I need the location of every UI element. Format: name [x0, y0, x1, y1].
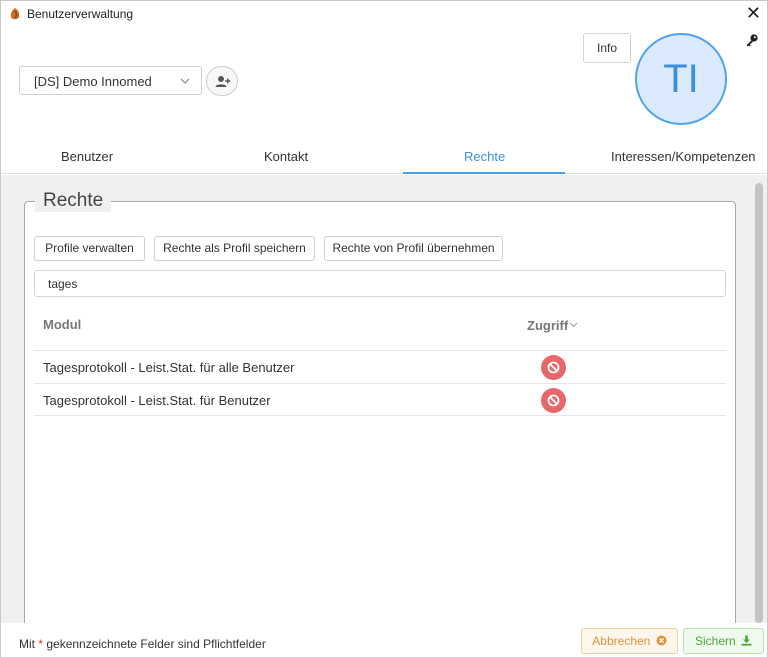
footer: Mit * gekennzeichnete Felder sind Pflich… [1, 623, 767, 657]
mandant-select[interactable]: [DS] Demo Innomed [19, 66, 202, 95]
rights-fieldset [24, 201, 736, 641]
key-icon[interactable] [745, 33, 759, 47]
cancel-button[interactable]: Abbrechen [581, 628, 678, 654]
chevron-down-icon [180, 78, 190, 84]
add-user-icon [215, 76, 231, 87]
mandant-select-value: [DS] Demo Innomed [34, 74, 152, 89]
tab-rechte[interactable]: Rechte [464, 149, 505, 164]
no-access-icon [547, 361, 560, 374]
user-management-window: Benutzerverwaltung ✕ [DS] Demo Innomed I… [0, 0, 768, 657]
module-filter-input[interactable] [34, 270, 726, 297]
tab-interessen-kompetenzen[interactable]: Interessen/Kompetenzen [611, 149, 756, 164]
cancel-button-label: Abbrechen [592, 634, 651, 648]
tab-benutzer[interactable]: Benutzer [61, 149, 113, 164]
info-button[interactable]: Info [583, 33, 631, 63]
module-name: Tagesprotokoll - Leist.Stat. für alle Be… [43, 360, 295, 375]
access-denied-badge[interactable] [541, 388, 566, 413]
required-fields-note: Mit * gekennzeichnete Felder sind Pflich… [19, 637, 266, 651]
save-rights-as-profile-button[interactable]: Rechte als Profil speichern [154, 236, 315, 261]
app-logo-icon [10, 8, 20, 20]
tab-bar: Benutzer Kontakt Rechte Interessen/Kompe… [1, 141, 767, 174]
sort-chevron-down-icon[interactable] [569, 321, 578, 329]
title-bar: Benutzerverwaltung ✕ [1, 1, 767, 29]
active-tab-indicator [403, 172, 565, 174]
manage-profiles-button[interactable]: Profile verwalten [34, 236, 145, 261]
tab-kontakt[interactable]: Kontakt [264, 149, 308, 164]
no-access-icon [547, 394, 560, 407]
table-row[interactable]: Tagesprotokoll - Leist.Stat. für Benutze… [34, 383, 726, 416]
avatar[interactable]: TI [635, 33, 727, 125]
access-denied-badge[interactable] [541, 355, 566, 380]
apply-rights-from-profile-button[interactable]: Rechte von Profil übernehmen [324, 236, 503, 261]
save-button-label: Sichern [694, 634, 736, 648]
column-header-access[interactable]: Zugriff [527, 318, 568, 333]
cancel-circle-icon [656, 635, 667, 646]
window-title: Benutzerverwaltung [27, 7, 134, 21]
table-row[interactable]: Tagesprotokoll - Leist.Stat. für alle Be… [34, 350, 726, 383]
vertical-scrollbar[interactable] [755, 183, 763, 623]
save-button[interactable]: Sichern [683, 628, 764, 654]
column-header-module[interactable]: Modul [43, 317, 81, 332]
download-icon [741, 635, 752, 646]
add-user-button[interactable] [206, 66, 238, 96]
module-name: Tagesprotokoll - Leist.Stat. für Benutze… [43, 393, 271, 408]
close-icon[interactable]: ✕ [746, 3, 761, 23]
rights-legend: Rechte [35, 190, 112, 212]
